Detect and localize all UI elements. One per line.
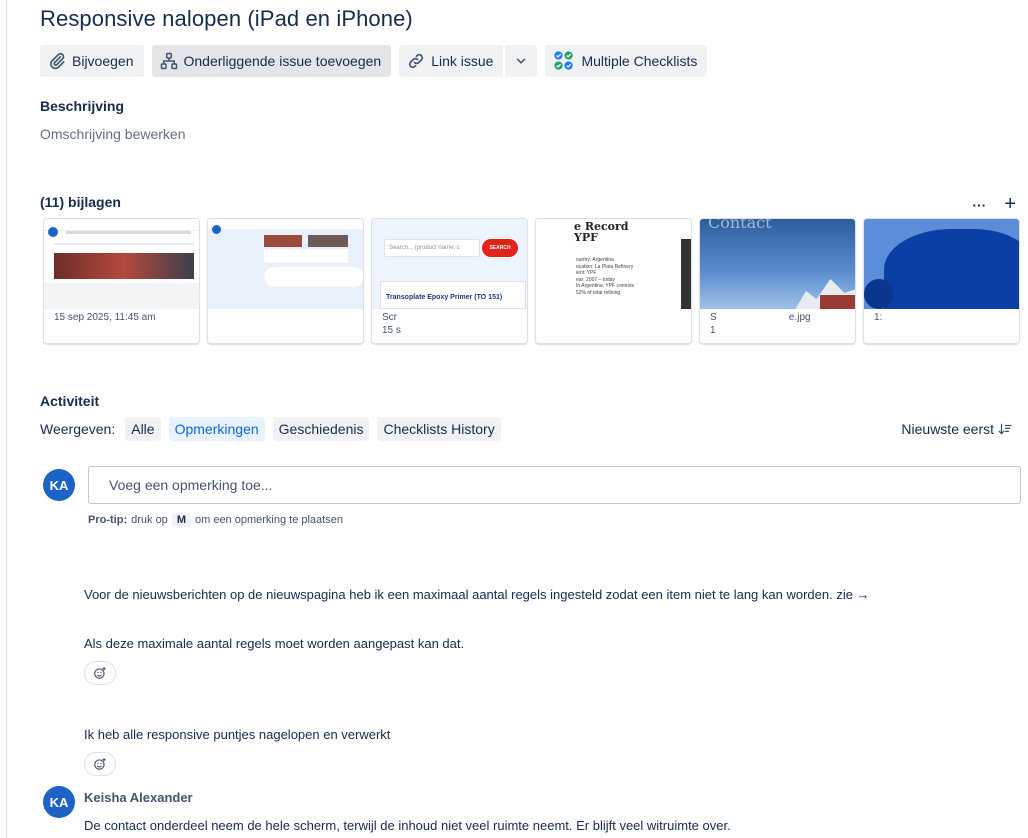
description-heading: Beschrijving [40, 98, 125, 114]
attachment-date: S e.jpg 1 [710, 312, 811, 336]
comment-input[interactable]: Voeg een opmerking toe... [88, 466, 1021, 504]
pro-tip-post: om een opmerking te plaatsen [194, 514, 343, 526]
pro-tip-pre: druk op [131, 514, 168, 526]
attach-button[interactable]: Bijvoegen [40, 45, 144, 77]
filter-comments[interactable]: Opmerkingen [168, 417, 265, 441]
attachment-card[interactable] [207, 218, 364, 344]
sort-label: Nieuwste eerst [901, 421, 994, 437]
attachment-card[interactable]: Search... (product name, c SEARCH Transo… [371, 218, 528, 344]
attachment-thumbnail: e Record YPF ountry: Argentina ocation: … [536, 219, 691, 309]
comment-text: Voor de nieuwsberichten op de nieuwspagi… [84, 587, 870, 602]
avatar[interactable]: KA [43, 786, 75, 818]
panel-divider [6, 0, 7, 838]
chevron-down-icon [517, 58, 526, 64]
avatar[interactable]: KA [43, 469, 75, 501]
link-issue-label: Link issue [431, 53, 494, 69]
smiley-add-icon [94, 667, 106, 679]
thumb-search-button: SEARCH [482, 239, 518, 257]
comment-text: De contact onderdeel neem de hele scherm… [84, 818, 731, 833]
attachment-date: 1: [874, 312, 883, 323]
sort-toggle[interactable]: Nieuwste eerst [901, 421, 1012, 437]
thumb-heading: e Record YPF [574, 220, 629, 244]
attachment-thumbnail [864, 219, 1019, 309]
attachments-actions: ··· + [972, 193, 1016, 216]
attachment-thumbnail: Contact [700, 219, 855, 309]
sort-descending-icon [998, 423, 1012, 435]
smiley-add-icon [94, 758, 106, 770]
attachment-date: 15 sep 2025, 11:45 am [54, 312, 156, 323]
description-edit-placeholder[interactable]: Omschrijving bewerken [40, 126, 186, 142]
activity-heading: Activiteit [40, 393, 100, 409]
thumb-contact-text: Contact [708, 219, 772, 232]
filter-all[interactable]: Alle [125, 417, 161, 441]
filter-checklists-history[interactable]: Checklists History [377, 417, 501, 441]
more-icon[interactable]: ··· [972, 197, 986, 213]
attach-label: Bijvoegen [72, 53, 134, 69]
link-issue-button[interactable]: Link issue [399, 45, 504, 77]
filter-history[interactable]: Geschiedenis [272, 417, 370, 441]
attachment-card[interactable]: 15 sep 2025, 11:45 am [43, 218, 200, 344]
issue-title[interactable]: Responsive nalopen (iPad en iPhone) [40, 6, 413, 32]
paperclip-icon [50, 52, 65, 70]
add-child-issue-button[interactable]: Onderliggende issue toevoegen [151, 45, 392, 77]
issue-toolbar: Bijvoegen Onderliggende issue toevoegen … [40, 45, 708, 77]
thumb-product-name: Transoplate Epoxy Primer (TO 151) [386, 294, 503, 301]
add-attachment-icon[interactable]: + [1004, 193, 1016, 216]
attachments-heading: (11) bijlagen [40, 194, 121, 210]
comment-text: Ik heb alle responsive puntjes nagelopen… [84, 727, 391, 742]
link-icon [409, 53, 424, 69]
attachment-card[interactable]: 1: [863, 218, 1020, 344]
comment-text: Als deze maximale aantal regels moet wor… [84, 636, 465, 651]
checklists-app-icon [554, 51, 574, 70]
attachments-strip: 15 sep 2025, 11:45 am Search... (product… [43, 218, 1028, 346]
thumb-body: ountry: Argentina ocation: La Plata Refi… [576, 257, 634, 296]
comment-input-placeholder: Voeg een opmerking toe... [109, 477, 273, 493]
attachment-card[interactable]: Contact S e.jpg 1 [699, 218, 856, 344]
show-label: Weergeven: [40, 421, 116, 437]
attachment-thumbnail: Search... (product name, c SEARCH Transo… [372, 219, 527, 309]
add-reaction-button[interactable] [84, 752, 116, 776]
attachment-card[interactable]: e Record YPF ountry: Argentina ocation: … [535, 218, 692, 344]
add-reaction-button[interactable] [84, 661, 116, 685]
pro-tip: Pro-tip: druk op M om een opmerking te p… [88, 513, 343, 527]
comment-author[interactable]: Keisha Alexander [84, 790, 193, 805]
hierarchy-icon [160, 52, 177, 70]
attachment-date: Scr 15 s [382, 312, 401, 336]
multiple-checklists-label: Multiple Checklists [581, 53, 698, 69]
link-issue-dropdown-button[interactable] [505, 45, 538, 77]
thumb-search-field: Search... (product name, c [384, 239, 480, 257]
pro-tip-label: Pro-tip: [88, 514, 128, 526]
activity-filter-bar: Weergeven: Alle Opmerkingen Geschiedenis… [40, 417, 501, 441]
add-child-issue-label: Onderliggende issue toevoegen [183, 53, 382, 69]
attachment-thumbnail [44, 219, 199, 309]
attachment-thumbnail [208, 219, 363, 309]
keyboard-shortcut-key: M [171, 513, 191, 527]
multiple-checklists-button[interactable]: Multiple Checklists [545, 45, 708, 77]
link-issue-split-button: Link issue [399, 45, 538, 77]
